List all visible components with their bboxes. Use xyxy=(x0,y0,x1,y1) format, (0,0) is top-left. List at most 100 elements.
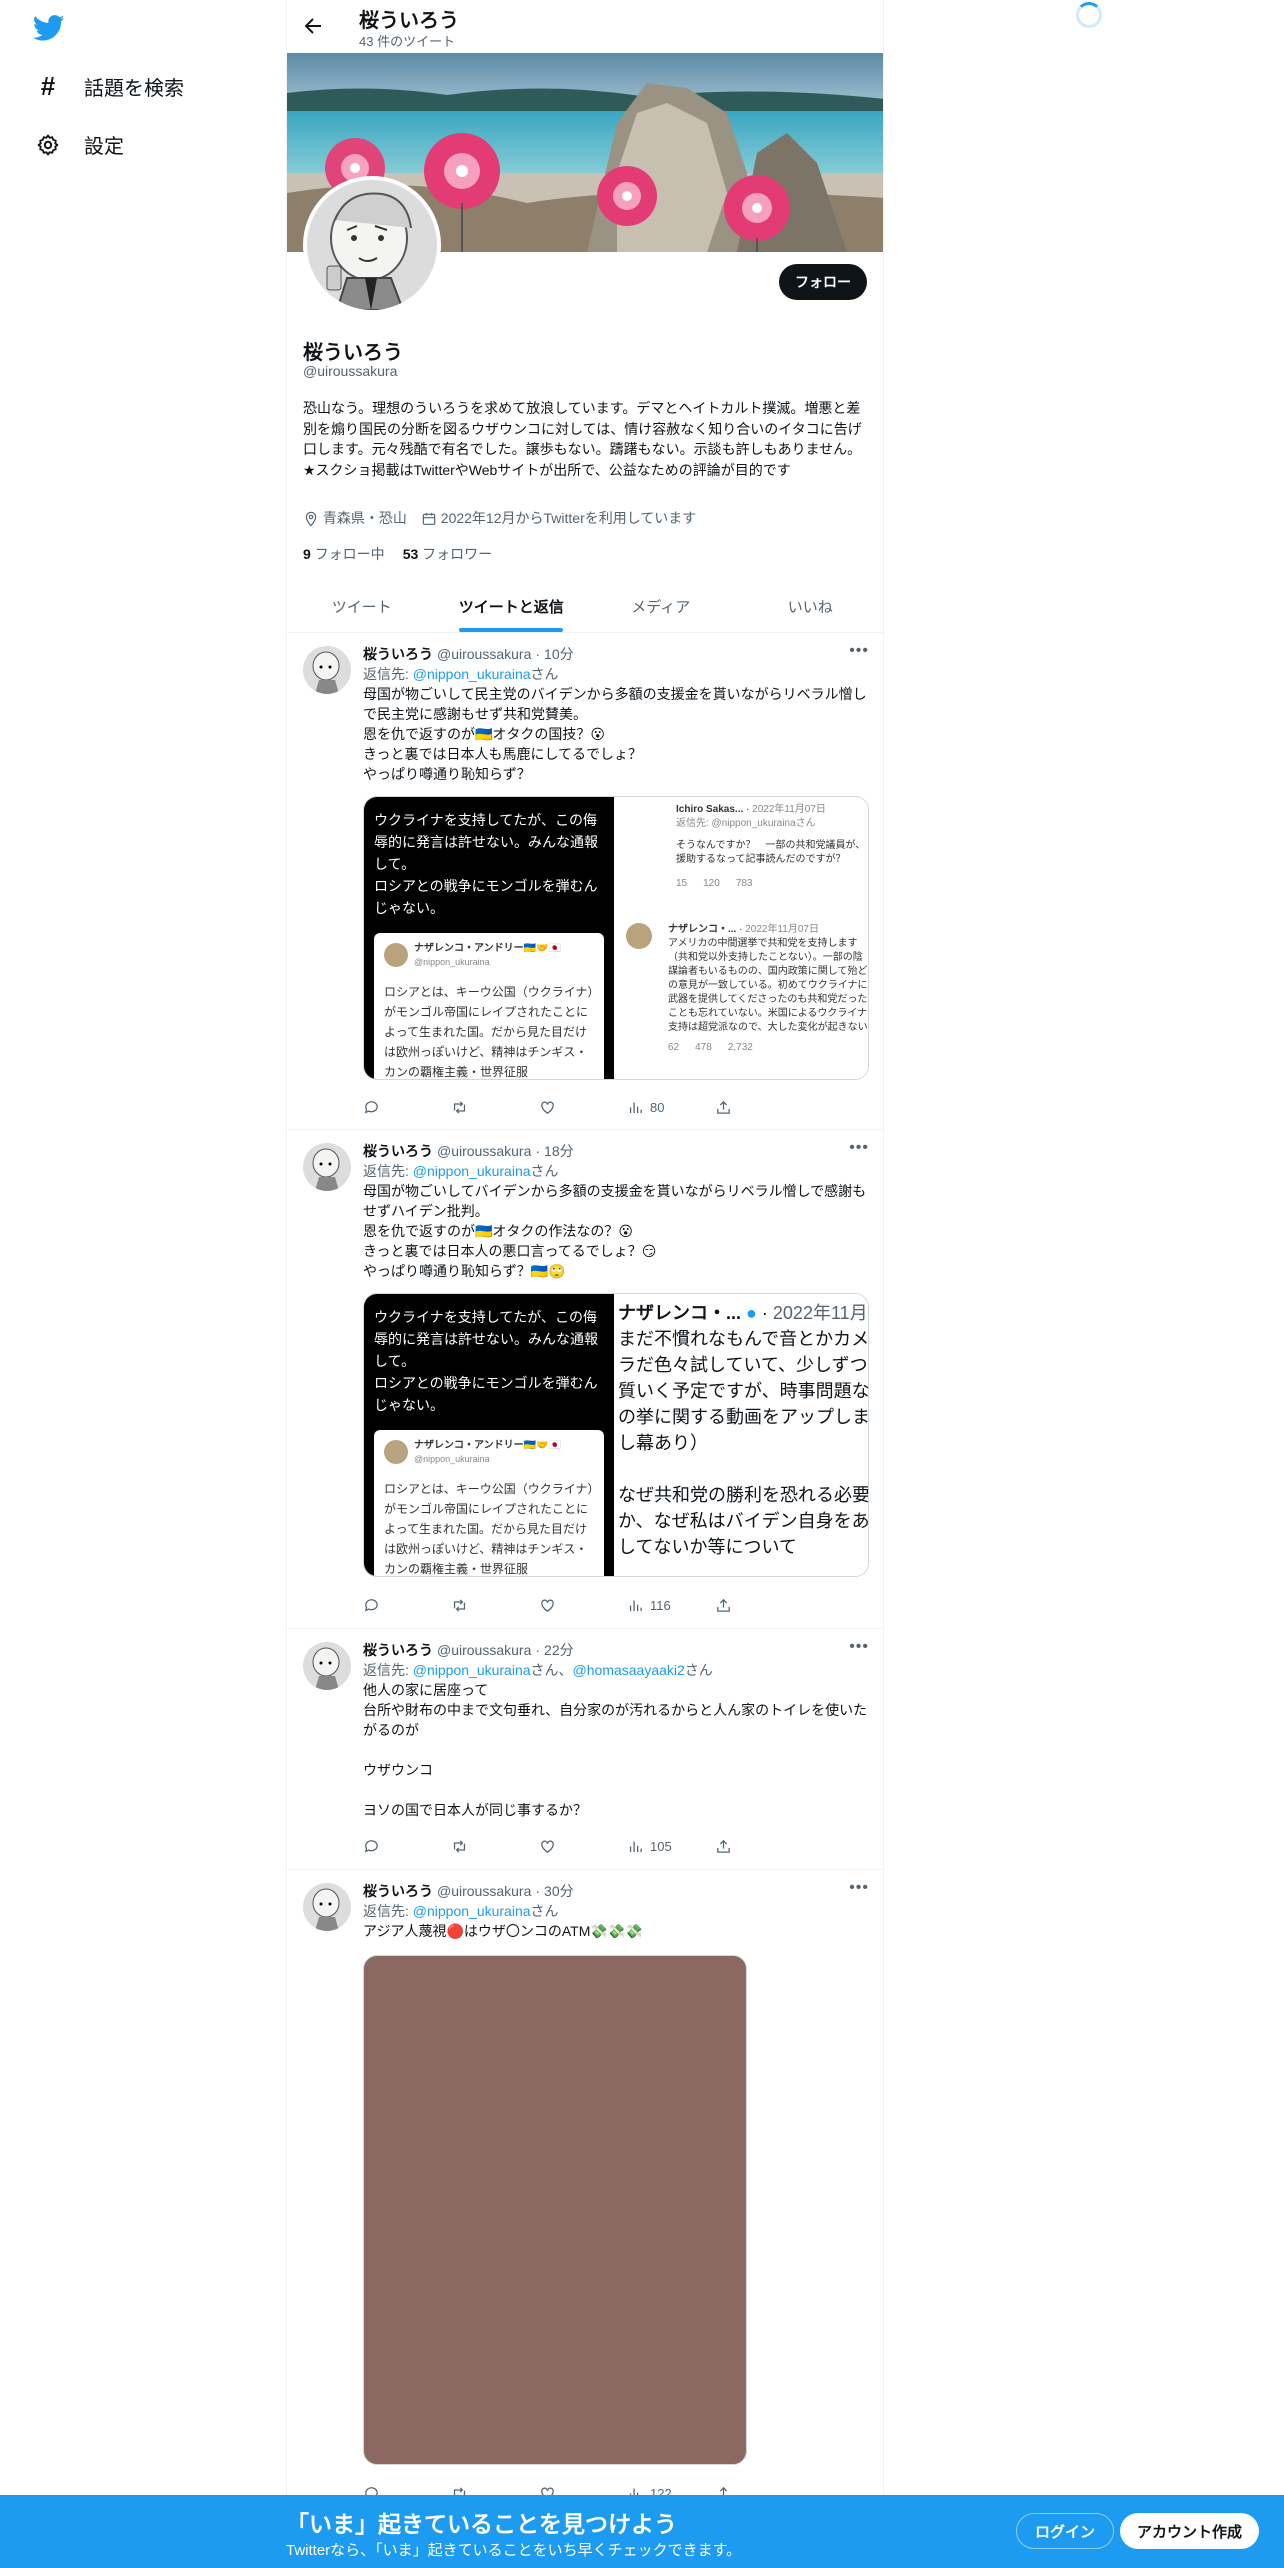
reply-icon xyxy=(364,1101,378,1114)
tweet-avatar[interactable] xyxy=(303,1883,351,1931)
tweet-media[interactable]: ウクライナを支持してたが、この侮辱的に発言は許せない。みんな通報して。 ロシアと… xyxy=(363,796,869,1080)
heart-icon xyxy=(541,1101,554,1114)
media-left-card: ナザレンコ・アンドリー🇺🇦🤝🇯🇵 @nippon_ukuraina ロシアとは、キ… xyxy=(374,1430,604,1576)
profile-follow-stats: 9 フォロー中 53 フォロワー xyxy=(303,544,492,564)
twitter-bird-icon[interactable] xyxy=(32,12,66,44)
share-icon xyxy=(717,1598,730,1612)
reply-to-link[interactable]: @nippon_ukuraina xyxy=(413,1163,531,1179)
profile-name: 桜ういろう xyxy=(303,342,403,364)
tweet-media[interactable]: ウクライナを支持してたが、この侮辱的に発言は許せない。みんな通報して。 ロシアと… xyxy=(363,1293,869,1577)
media-card-name: ナザレンコ・アンドリー🇺🇦🤝🇯🇵 xyxy=(414,943,561,954)
followers-link[interactable]: 53 フォロワー xyxy=(403,544,492,564)
views-button[interactable]: 116 xyxy=(627,1597,715,1614)
media-right-bottom-text: アメリカの中間選挙で共和党を支持します（共和党以外支持したことない）。一部の陰謀… xyxy=(668,938,868,1033)
reply-prefix: 返信先: xyxy=(363,666,413,682)
tweet-author-name[interactable]: 桜ういろう xyxy=(363,1141,433,1161)
reply-prefix: 返信先: xyxy=(363,1903,413,1919)
reply-to-link[interactable]: @nippon_ukuraina xyxy=(413,666,531,682)
tweet-header: 桜ういろう @uiroussakura · 18分 xyxy=(363,1141,869,1161)
views-button[interactable]: 80 xyxy=(627,1099,715,1116)
nav-explore-label: 話題を検索 xyxy=(84,78,184,100)
bottom-bar-title: 「いま」起きていることを見つけよう xyxy=(286,2511,677,2537)
tab-likes[interactable]: いいね xyxy=(736,580,884,632)
media-screenshot-left: ウクライナを支持してたが、この侮辱的に発言は許せない。みんな通報して。 ロシアと… xyxy=(364,1294,614,1576)
tweet-header: 桜ういろう @uiroussakura · 22分 xyxy=(363,1640,869,1660)
media-left-text: ウクライナを支持してたが、この侮辱的に発言は許せない。みんな通報して。 ロシアと… xyxy=(374,812,598,916)
reply-button[interactable] xyxy=(363,1099,451,1116)
following-link[interactable]: 9 フォロー中 xyxy=(303,544,385,564)
media-right-top-text: そうなんですか？ 一部の共和党議員が、援助するなって記事読んだのですが？ xyxy=(676,840,866,865)
tweet-time[interactable]: 18分 xyxy=(544,1141,574,1161)
tweet-reply-to: 返信先: @nippon_ukurainaさん、@homasaayaaki2さん xyxy=(363,1660,869,1680)
views-chart-icon xyxy=(629,1600,642,1612)
tab-tweets[interactable]: ツイート xyxy=(287,580,437,632)
reply-to-link-2[interactable]: @homasaayaaki2 xyxy=(573,1662,685,1678)
tweet-author-handle[interactable]: @uiroussakura xyxy=(437,1642,531,1658)
tweet-text: 母国が物ごいしてバイデンから多額の支援金を貰いながらリベラル憎しで感謝もせずハイ… xyxy=(363,1183,867,1279)
tweet-author-handle[interactable]: @uiroussakura xyxy=(437,646,531,662)
signup-button[interactable]: アカウント作成 xyxy=(1120,2513,1260,2549)
main-column: 桜ういろう 43 件のツイート フォロー 桜ういろう @uiroussakura… xyxy=(286,0,884,2568)
tab-media[interactable]: メディア xyxy=(586,580,736,632)
tab-tweets-and-replies[interactable]: ツイートと返信 xyxy=(437,580,587,632)
location-pin-icon xyxy=(305,512,317,527)
reply-button[interactable] xyxy=(363,1838,451,1855)
tweet-author-name[interactable]: 桜ういろう xyxy=(363,1881,433,1901)
nav-settings[interactable]: 設定 xyxy=(34,130,124,159)
tweet-actions: 80 xyxy=(363,1099,803,1116)
tweet-body: 桜ういろう @uiroussakura · 18分 返信先: @nippon_u… xyxy=(363,1141,869,1577)
nav-settings-label: 設定 xyxy=(84,136,124,158)
tweet-avatar[interactable] xyxy=(303,1143,351,1191)
share-button[interactable] xyxy=(715,1099,803,1116)
retweet-button[interactable] xyxy=(451,1597,539,1614)
media-right-top-stat-like: 783 xyxy=(735,878,753,889)
media-zoom-name: ナザレンコ・... xyxy=(618,1303,742,1323)
share-button[interactable] xyxy=(715,1838,803,1855)
share-button[interactable] xyxy=(715,1597,803,1614)
tweet-author-handle[interactable]: @uiroussakura xyxy=(437,1883,531,1899)
reply-prefix: 返信先: xyxy=(363,1662,413,1678)
tweet[interactable]: ••• 桜ういろう @uiroussakura · 22分 返信先: @nipp… xyxy=(287,1630,883,1870)
tweet-media-image[interactable] xyxy=(363,1955,747,2465)
tweet-avatar[interactable] xyxy=(303,646,351,694)
profile-location-text: 青森県・恐山 xyxy=(322,510,407,526)
tweet[interactable]: ••• 桜ういろう @uiroussakura · 10分 返信先: @nipp… xyxy=(287,634,883,1130)
views-button[interactable]: 105 xyxy=(627,1838,715,1855)
profile-avatar[interactable] xyxy=(303,176,441,314)
tweet-author-name[interactable]: 桜ういろう xyxy=(363,644,433,664)
bottom-signup-bar: 「いま」起きていることを見つけよう Twitterなら、「いま」起きていることを… xyxy=(0,2495,1284,2568)
verified-badge-icon: ● xyxy=(746,1303,757,1323)
following-label: フォロー中 xyxy=(314,546,385,562)
like-button[interactable] xyxy=(539,1099,627,1116)
tweet-author-name[interactable]: 桜ういろう xyxy=(363,1640,433,1660)
media-zoom-text2: なぜ共和党の勝利を恐れる必要か、なぜ私はバイデン自身をあしてないか等について xyxy=(618,1482,868,1560)
retweet-button[interactable] xyxy=(451,1838,539,1855)
tweet[interactable]: ••• 桜ういろう @uiroussakura · 18分 返信先: @nipp… xyxy=(287,1131,883,1629)
tweet-author-handle[interactable]: @uiroussakura xyxy=(437,1143,531,1159)
tweet-actions: 105 xyxy=(363,1838,803,1855)
nav-explore[interactable]: # 話題を検索 xyxy=(34,71,184,101)
tweet-time[interactable]: 22分 xyxy=(544,1640,574,1660)
header-title: 桜ういろう xyxy=(359,10,459,32)
heart-icon xyxy=(541,1599,554,1612)
like-button[interactable] xyxy=(539,1597,627,1614)
tweet[interactable]: ••• 桜ういろう @uiroussakura · 30分 返信先: @nipp… xyxy=(287,1871,883,2511)
back-arrow-icon[interactable] xyxy=(301,14,325,38)
tweet-avatar[interactable] xyxy=(303,1642,351,1690)
reply-to-link[interactable]: @nippon_ukuraina xyxy=(413,1662,531,1678)
profile-handle: @uiroussakura xyxy=(303,363,398,379)
avatar-illustration xyxy=(307,180,437,310)
media-card-handle: @nippon_ukuraina xyxy=(414,957,490,967)
hashtag-icon: # xyxy=(40,71,56,101)
like-button[interactable] xyxy=(539,1838,627,1855)
profile-tabs: ツイート ツイートと返信 メディア いいね xyxy=(287,580,884,633)
tweet-dot: · xyxy=(535,646,541,662)
retweet-button[interactable] xyxy=(451,1099,539,1116)
media-zoom-text1: まだ不慣れなもんで音とかカメラだ色々試していて、少しずつ質いく予定ですが、時事問… xyxy=(618,1329,869,1453)
reply-button[interactable] xyxy=(363,1597,451,1614)
tweet-time[interactable]: 10分 xyxy=(544,644,574,664)
login-button[interactable]: ログイン xyxy=(1016,2513,1115,2549)
tweet-time[interactable]: 30分 xyxy=(544,1881,574,1901)
reply-to-link[interactable]: @nippon_ukuraina xyxy=(413,1903,531,1919)
follow-button[interactable]: フォロー xyxy=(779,264,867,300)
